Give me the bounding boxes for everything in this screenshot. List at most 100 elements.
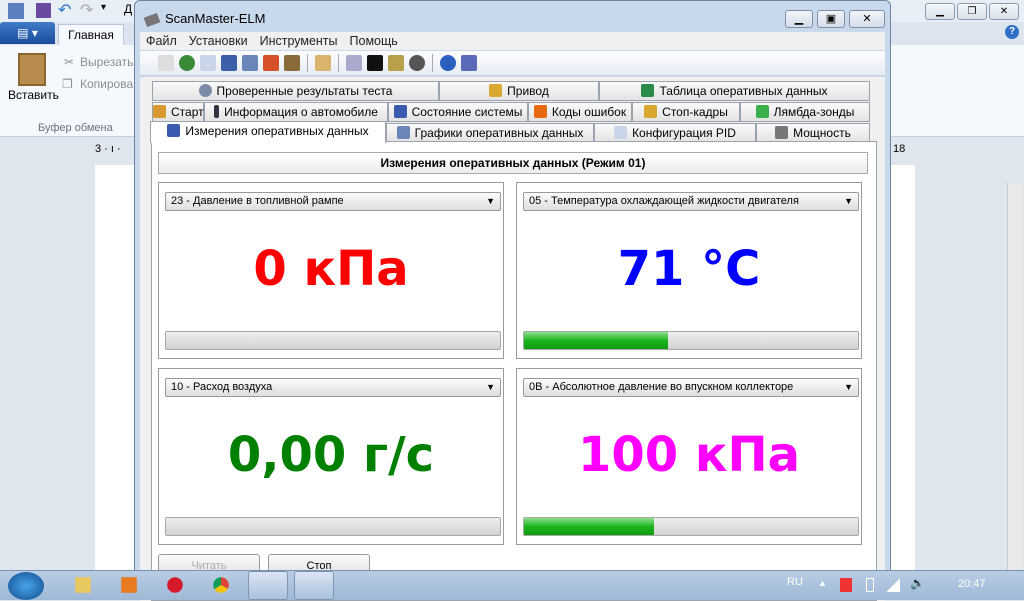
tab-home[interactable]: Главная [58,24,124,46]
list-icon [641,84,655,97]
tab-freeze-frames[interactable]: Стоп-кадры [632,102,740,122]
scanmaster-window: ScanMaster-ELM ▁ ▣ ✕ Файл Установки Инстру… [134,0,891,601]
word-maximize-button[interactable]: ❐ [957,3,987,20]
battery-icon[interactable] [866,578,874,592]
home-icon [153,105,166,118]
media-player-icon[interactable] [121,577,137,593]
menu-tools[interactable]: Инструменты [260,34,338,48]
table-icon [167,124,181,137]
pid-value: 0 кПа [253,241,409,297]
clock[interactable]: 20:47 [958,578,986,590]
pid-select[interactable]: 05 - Температура охлаждающей жидкости дв… [523,192,859,211]
exit-icon[interactable] [461,55,477,71]
toolbar [140,51,885,76]
paste-button[interactable]: Вставить [8,88,59,102]
cut-button[interactable]: Вырезать [80,55,133,69]
close-button[interactable]: ✕ [849,10,885,28]
vertical-scrollbar[interactable] [1007,183,1023,573]
tab-live-measurements[interactable]: Измерения оперативных данных [150,121,386,143]
map-icon[interactable] [263,55,279,71]
menu-help[interactable]: Помощь [350,34,398,48]
live-measurements-panel: Измерения оперативных данных (Режим 01) … [151,141,877,601]
menu-file[interactable]: Файл [146,34,177,48]
pid-select[interactable]: 23 - Давление в топливной рампе ▼ [165,192,501,211]
progress-bar [523,331,859,350]
tray-expand-icon[interactable]: ▲ [818,578,827,588]
explorer-icon[interactable] [75,577,91,593]
progress-fill [524,518,655,535]
paste-icon[interactable] [18,53,46,86]
redo-icon[interactable]: ↷ [80,0,93,20]
undo-icon[interactable]: ↶ [58,0,71,20]
customize-icon[interactable]: ▾ [101,2,106,13]
volume-icon[interactable]: 🔈 [910,576,925,590]
chip-icon [775,126,789,139]
checklist-icon [393,105,407,118]
progress-bar [523,517,859,536]
chevron-down-icon[interactable]: ▼ [844,379,853,396]
pid-select[interactable]: 0B - Абсолютное давление во впускном кол… [523,378,859,397]
actuator-icon [489,84,503,97]
tab-test-results[interactable]: Проверенные результаты теста [152,81,439,101]
battery-icon[interactable] [388,55,404,71]
terminal-icon[interactable] [367,55,383,71]
connect-icon[interactable] [158,55,174,71]
clipboard-icon[interactable] [315,55,331,71]
chart-icon[interactable] [242,55,258,71]
tab-power[interactable]: Мощность [756,123,870,143]
tab-trouble-codes[interactable]: Коды ошибок [528,102,632,122]
separator [307,54,308,72]
separator [432,54,433,72]
pid-value: 100 кПа [577,427,801,483]
tab-live-data-table[interactable]: Таблица оперативных данных [599,81,870,101]
chevron-down-icon[interactable]: ▼ [844,193,853,210]
gauge-icon[interactable] [409,55,425,71]
user-icon[interactable] [284,55,300,71]
tab-system-status[interactable]: Состояние системы [388,102,528,122]
taskbar-word[interactable] [294,571,334,600]
pid-select[interactable]: 10 - Расход воздуха ▼ [165,378,501,397]
taskbar-scanmaster[interactable] [248,571,288,600]
menu-settings[interactable]: Установки [189,34,248,48]
gauge-panel: 0B - Абсолютное давление во впускном кол… [516,368,862,545]
tab-pid-config[interactable]: Конфигурация PID [594,123,756,143]
globe-icon[interactable] [179,55,195,71]
pid-value: 0,00 г/с [227,427,435,483]
gear-icon [198,84,212,97]
tab-live-graphs[interactable]: Графики оперативных данных [386,123,594,143]
chevron-down-icon[interactable]: ▼ [486,379,495,396]
start-button[interactable] [8,572,44,600]
word-app-icon [8,3,24,19]
chrome-icon[interactable] [213,577,229,593]
separator [338,54,339,72]
word-file-button[interactable]: ▤ ▾ [0,22,55,44]
info-icon [214,105,220,118]
menu-bar: Файл Установки Инструменты Помощь [140,32,885,50]
language-indicator[interactable]: RU [787,576,803,588]
document-icon[interactable] [200,55,216,71]
search-icon[interactable] [346,55,362,71]
word-minimize-button[interactable]: ▁ [925,3,955,20]
cut-icon: ✂ [64,55,75,69]
table-icon[interactable] [221,55,237,71]
chip-icon [143,12,161,28]
maximize-button[interactable]: ▣ [817,10,845,28]
tab-start[interactable]: Старт [152,102,204,122]
tab-o2-sensors[interactable]: Лямбда-зонды [740,102,870,122]
help-icon[interactable]: ? [1005,25,1019,39]
copy-button[interactable]: Копирова [80,77,133,91]
progress-bar [165,517,501,536]
document-icon [614,126,628,139]
tab-vehicle-info[interactable]: Информация о автомобиле [204,102,388,122]
minimize-button[interactable]: ▁ [785,10,813,28]
opera-icon[interactable] [167,577,183,593]
tab-actuator[interactable]: Привод [439,81,599,101]
chevron-down-icon[interactable]: ▼ [486,193,495,210]
gauge-panel: 23 - Давление в топливной рампе ▼ 0 кПа [158,182,504,359]
word-close-button[interactable]: ✕ [989,3,1019,20]
save-icon[interactable] [36,3,51,18]
info-icon[interactable] [440,55,456,71]
network-icon[interactable] [886,578,900,592]
action-center-icon[interactable] [840,578,852,592]
chart-icon [396,126,410,139]
